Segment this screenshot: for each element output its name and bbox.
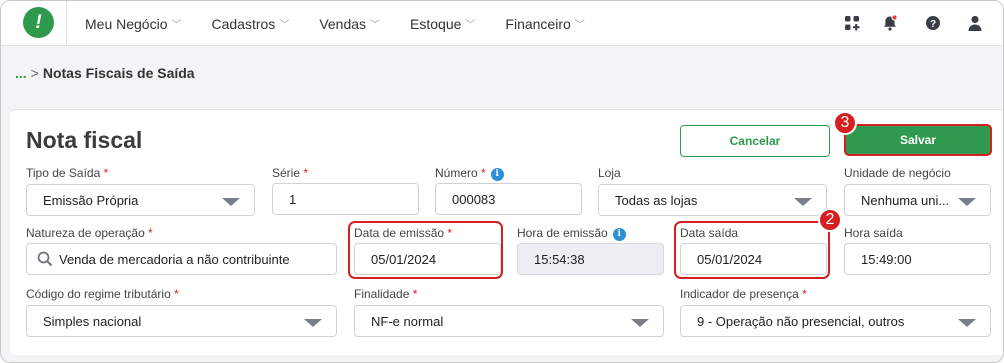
top-navbar: ! Meu Negócio ﹀ Cadastros ﹀ Vendas ﹀ Estoqu… — [1, 1, 1003, 46]
regime-select[interactable]: Simples nacional — [26, 305, 337, 337]
hora-emissao-input: 15:54:38 — [517, 243, 664, 275]
cancel-button[interactable]: Cancelar — [680, 125, 830, 157]
menu-label: Cadastros — [211, 15, 276, 32]
chevron-down-icon: ﹀ — [171, 20, 182, 31]
serie-input[interactable]: 1 — [272, 183, 419, 215]
breadcrumb-separator: > — [30, 65, 39, 81]
finalidade-label: Finalidade * — [354, 287, 418, 301]
menu-label: Financeiro — [505, 15, 571, 32]
menu-meu-negocio[interactable]: Meu Negócio ﹀ — [85, 16, 182, 32]
chevron-down-icon: ﹀ — [279, 20, 290, 31]
page-title: Nota fiscal — [26, 127, 143, 153]
menu-vendas[interactable]: Vendas ﹀ — [319, 16, 380, 32]
save-button[interactable]: Salvar — [844, 124, 992, 156]
tipo-saida-label: Tipo de Saída * — [26, 166, 109, 180]
loja-select[interactable]: Todas as lojas — [598, 184, 827, 216]
tipo-saida-select[interactable]: Emissão Própria — [26, 184, 255, 216]
app-frame: ! Meu Negócio ﹀ Cadastros ﹀ Vendas ﹀ Estoqu… — [0, 0, 1004, 363]
select-value: Simples nacional — [43, 313, 142, 329]
search-icon — [37, 251, 53, 267]
select-value: Emissão Própria — [43, 192, 139, 208]
user-avatar-icon[interactable] — [965, 13, 985, 33]
dropdown-caret-icon — [631, 319, 649, 327]
select-value: 9 - Operação não presencial, outros — [697, 313, 905, 329]
input-value: 15:49:00 — [861, 251, 912, 267]
presenca-label: Indicador de presença * — [680, 287, 807, 301]
natureza-search-input[interactable]: Venda de mercadoria a não contribuinte — [26, 243, 337, 275]
step-badge-3: 3 — [833, 111, 857, 135]
breadcrumb: ... > Notas Fiscais de Saída — [15, 65, 195, 81]
chevron-down-icon: ﹀ — [370, 20, 381, 31]
menu-label: Vendas — [319, 15, 367, 32]
finalidade-select[interactable]: NF-e normal — [354, 305, 664, 337]
main-menu: Meu Negócio ﹀ Cadastros ﹀ Vendas ﹀ Estoque ﹀… — [85, 1, 615, 46]
help-icon[interactable]: ? — [923, 13, 943, 33]
breadcrumb-ellipsis[interactable]: ... — [15, 65, 27, 81]
menu-label: Estoque — [410, 15, 462, 32]
menu-label: Meu Negócio — [85, 15, 168, 32]
natureza-label: Natureza de operação * — [26, 226, 153, 240]
apps-icon[interactable] — [842, 13, 862, 33]
hora-emissao-label: Hora de emissão i — [517, 226, 626, 241]
menu-cadastros[interactable]: Cadastros ﹀ — [212, 16, 290, 32]
hora-saida-input[interactable]: 15:49:00 — [844, 243, 991, 275]
svg-text:?: ? — [930, 19, 936, 30]
input-value: 15:54:38 — [534, 251, 585, 267]
select-value: Nenhuma uni... — [861, 192, 950, 208]
serie-label: Série * — [272, 166, 309, 180]
logo-area: ! — [1, 1, 67, 46]
input-value: 1 — [289, 191, 297, 207]
highlight-data-saida — [674, 221, 830, 279]
unidade-label: Unidade de negócio — [844, 166, 951, 180]
menu-financeiro[interactable]: Financeiro ﹀ — [505, 16, 584, 32]
select-value: Todas as lojas — [615, 192, 698, 208]
breadcrumb-current: Notas Fiscais de Saída — [42, 65, 195, 81]
step-badge-2: 2 — [818, 208, 842, 232]
dropdown-caret-icon — [222, 198, 240, 206]
select-value: NF-e normal — [371, 313, 444, 329]
info-icon[interactable]: i — [612, 228, 626, 241]
numero-input[interactable]: 000083 — [435, 183, 582, 215]
unidade-select[interactable]: Nenhuma uni... — [844, 184, 991, 216]
info-icon[interactable]: i — [490, 168, 504, 181]
input-value: Venda de mercadoria a não contribuinte — [59, 251, 290, 267]
presenca-select[interactable]: 9 - Operação não presencial, outros — [680, 305, 991, 337]
notification-bell-icon[interactable] — [880, 13, 900, 33]
dropdown-caret-icon — [958, 198, 976, 206]
input-value: 000083 — [452, 191, 496, 207]
hora-saida-label: Hora saída — [844, 226, 903, 240]
menu-estoque[interactable]: Estoque ﹀ — [410, 16, 475, 32]
highlight-data-emissao — [348, 221, 503, 279]
dropdown-caret-icon — [794, 198, 812, 206]
regime-label: Código do regime tributário * — [26, 287, 179, 301]
chevron-down-icon: ﹀ — [574, 20, 585, 31]
app-logo[interactable]: ! — [23, 7, 54, 38]
dropdown-caret-icon — [304, 319, 322, 327]
chevron-down-icon: ﹀ — [465, 20, 476, 31]
numero-label: Número * i — [435, 166, 504, 181]
dropdown-caret-icon — [958, 319, 976, 327]
loja-label: Loja — [598, 166, 621, 180]
